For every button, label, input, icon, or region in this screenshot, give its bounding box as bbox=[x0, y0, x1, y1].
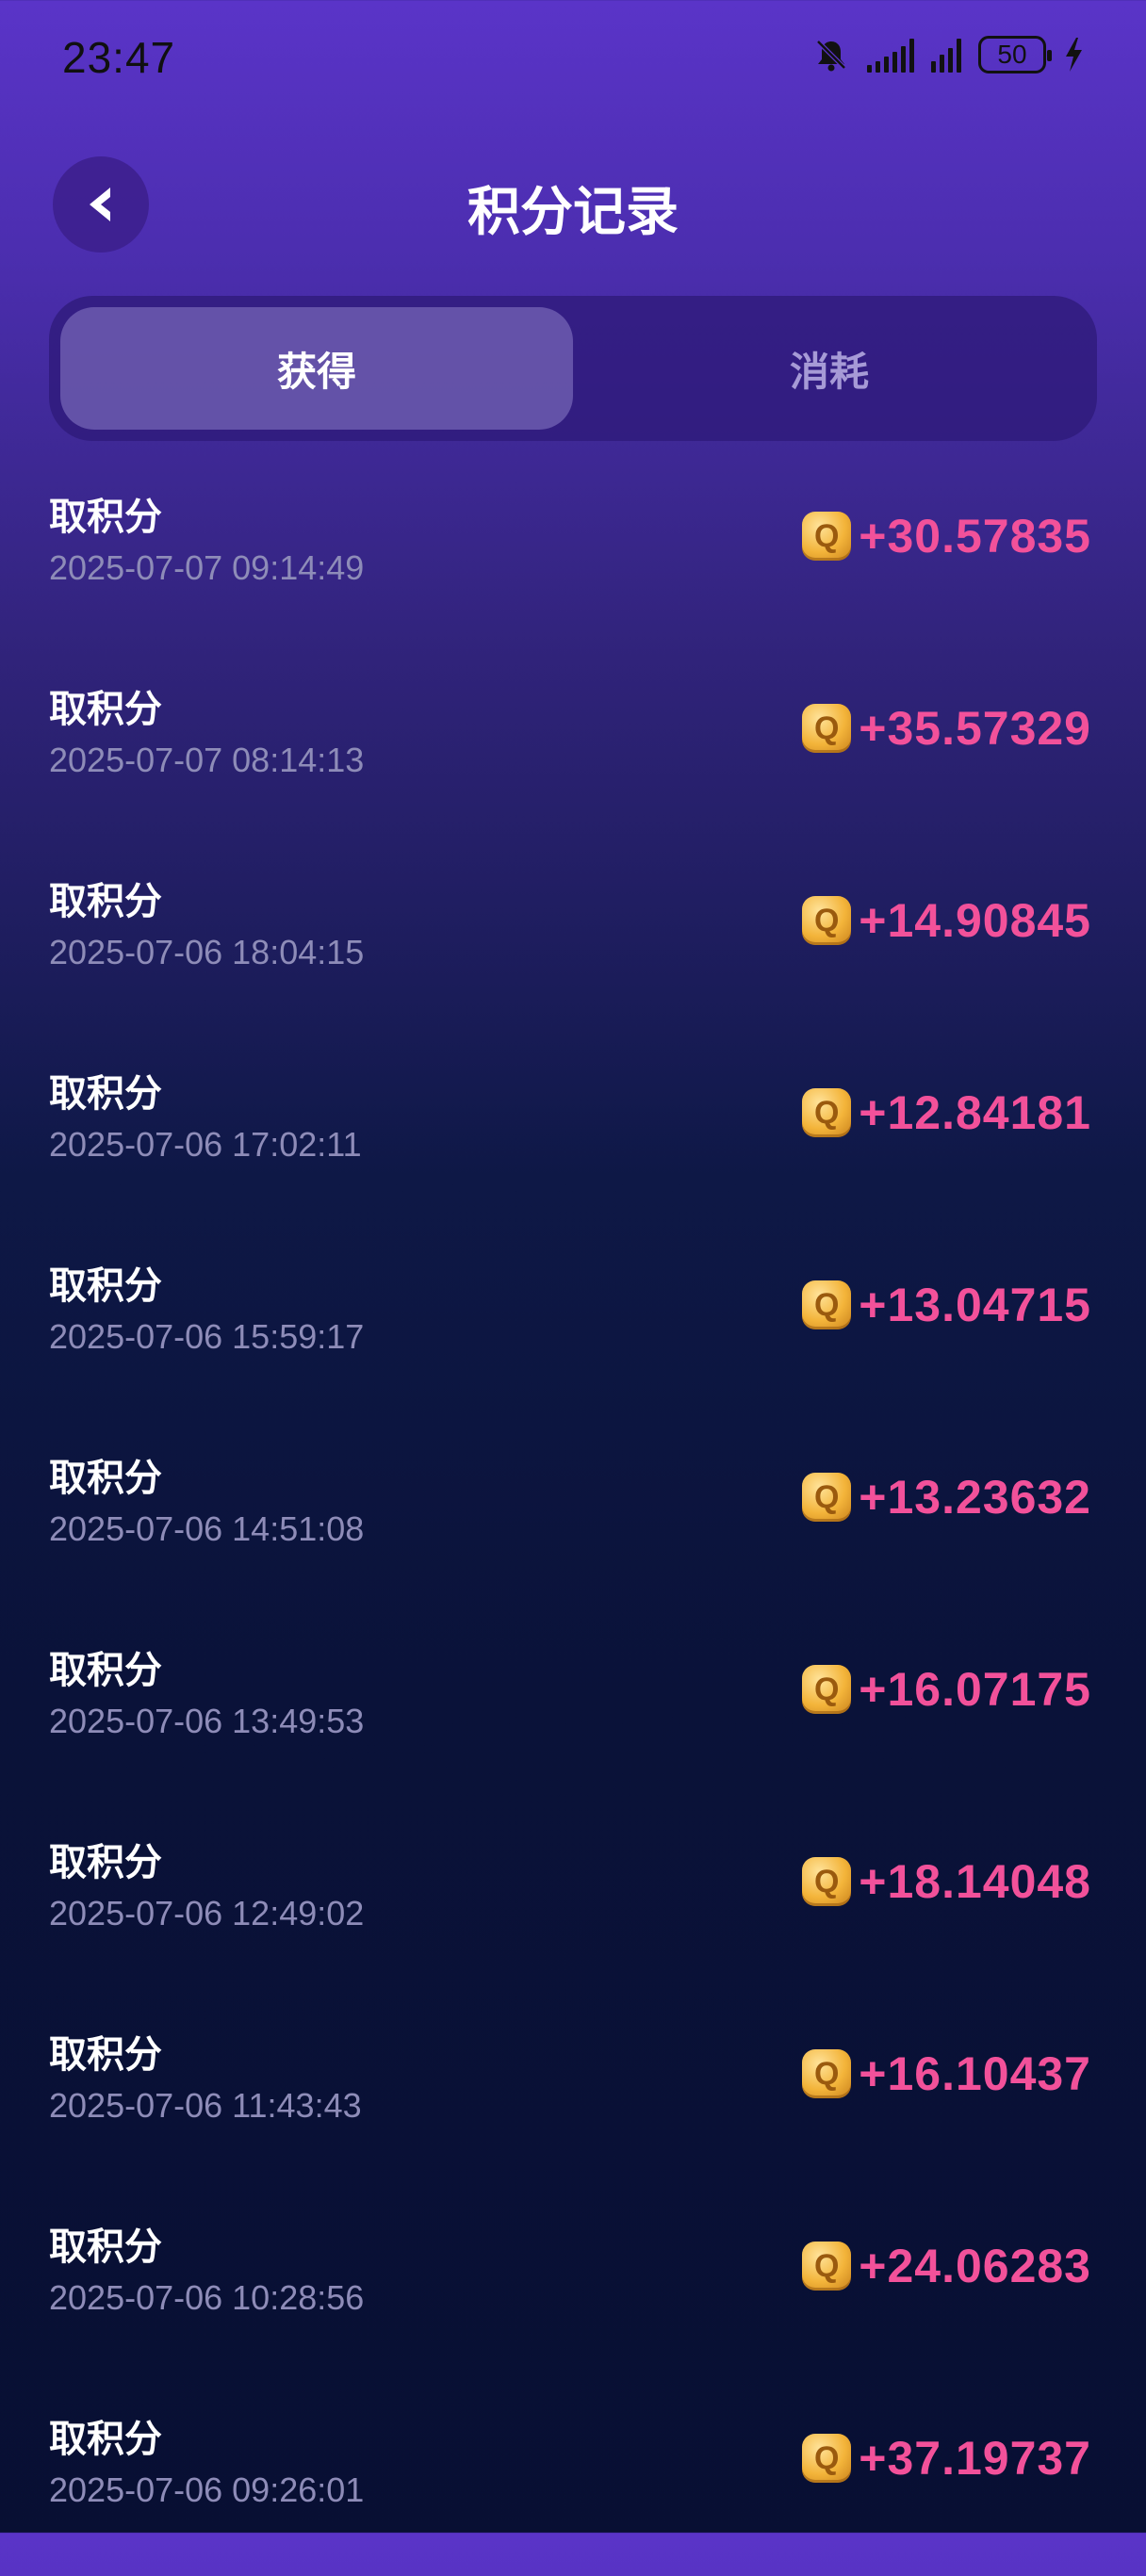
list-item[interactable]: 取积分 2025-07-06 14:51:08 Q +13.23632 bbox=[0, 1423, 1146, 1615]
record-time: 2025-07-06 12:49:02 bbox=[49, 1894, 365, 1932]
status-icons: 50 bbox=[812, 36, 1084, 73]
coin-icon: Q bbox=[802, 512, 852, 561]
record-title: 取积分 bbox=[49, 880, 162, 923]
coin-icon: Q bbox=[802, 1280, 852, 1329]
battery-icon: 50 bbox=[978, 36, 1052, 73]
tab-bar: 获得 消耗 bbox=[49, 296, 1097, 441]
amount-value: +13.23632 bbox=[859, 1471, 1091, 1524]
record-amount: Q +35.57329 bbox=[802, 701, 1091, 756]
status-bar: 23:47 50 bbox=[0, 0, 1146, 113]
amount-value: +24.06283 bbox=[859, 2240, 1091, 2292]
record-time: 2025-07-06 10:28:56 bbox=[49, 2278, 365, 2317]
record-amount: Q +16.10437 bbox=[802, 2046, 1091, 2101]
list-item[interactable]: 取积分 2025-07-07 09:14:49 Q +30.57835 bbox=[0, 462, 1146, 654]
record-title: 取积分 bbox=[49, 1649, 162, 1692]
list-item[interactable]: 取积分 2025-07-06 15:59:17 Q +13.04715 bbox=[0, 1231, 1146, 1423]
record-time: 2025-07-06 13:49:53 bbox=[49, 1702, 365, 1740]
record-amount: Q +37.19737 bbox=[802, 2431, 1091, 2486]
record-list: 取积分 2025-07-07 09:14:49 Q +30.57835 取积分 … bbox=[0, 462, 1146, 2576]
record-time: 2025-07-06 18:04:15 bbox=[49, 933, 365, 971]
record-amount: Q +12.84181 bbox=[802, 1085, 1091, 1140]
amount-value: +30.57835 bbox=[859, 510, 1091, 562]
coin-icon: Q bbox=[802, 1473, 852, 1522]
record-time: 2025-07-06 17:02:11 bbox=[49, 1125, 362, 1164]
bell-muted-icon bbox=[816, 40, 846, 72]
record-time: 2025-07-06 09:26:01 bbox=[49, 2470, 365, 2509]
coin-icon: Q bbox=[802, 896, 852, 945]
record-amount: Q +24.06283 bbox=[802, 2239, 1091, 2293]
record-amount: Q +16.07175 bbox=[802, 1662, 1091, 1717]
list-item[interactable]: 取积分 2025-07-06 12:49:02 Q +18.14048 bbox=[0, 1807, 1146, 1999]
record-title: 取积分 bbox=[49, 2033, 162, 2077]
record-title: 取积分 bbox=[49, 1072, 162, 1116]
coin-icon: Q bbox=[802, 2049, 852, 2098]
list-item[interactable]: 取积分 2025-07-06 18:04:15 Q +14.90845 bbox=[0, 846, 1146, 1038]
record-title: 取积分 bbox=[49, 496, 162, 539]
coin-icon: Q bbox=[802, 704, 852, 753]
page-title: 积分记录 bbox=[467, 182, 679, 243]
record-time: 2025-07-06 14:51:08 bbox=[49, 1509, 365, 1548]
record-title: 取积分 bbox=[49, 2418, 162, 2461]
amount-value: +18.14048 bbox=[859, 1855, 1091, 1908]
record-amount: Q +13.04715 bbox=[802, 1278, 1091, 1332]
record-amount: Q +30.57835 bbox=[802, 509, 1091, 563]
amount-value: +12.84181 bbox=[859, 1086, 1091, 1139]
amount-value: +35.57329 bbox=[859, 702, 1091, 755]
record-title: 取积分 bbox=[49, 1264, 162, 1308]
signal-icon bbox=[867, 37, 914, 73]
record-amount: Q +14.90845 bbox=[802, 893, 1091, 948]
record-time: 2025-07-07 09:14:49 bbox=[49, 548, 365, 587]
coin-icon: Q bbox=[802, 1088, 852, 1137]
charging-icon bbox=[1066, 38, 1082, 72]
battery-level: 50 bbox=[997, 40, 1027, 69]
list-item[interactable]: 取积分 2025-07-06 10:28:56 Q +24.06283 bbox=[0, 2192, 1146, 2384]
signal-icon bbox=[931, 37, 961, 73]
status-time: 23:47 bbox=[62, 33, 176, 82]
record-title: 取积分 bbox=[49, 2225, 162, 2269]
amount-value: +14.90845 bbox=[859, 894, 1091, 947]
record-amount: Q +13.23632 bbox=[802, 1470, 1091, 1524]
list-item[interactable]: 取积分 2025-07-07 08:14:13 Q +35.57329 bbox=[0, 654, 1146, 846]
coin-icon: Q bbox=[802, 2434, 852, 2483]
amount-value: +37.19737 bbox=[859, 2432, 1091, 2485]
list-item[interactable]: 取积分 2025-07-06 13:49:53 Q +16.07175 bbox=[0, 1615, 1146, 1807]
amount-value: +16.07175 bbox=[859, 1663, 1091, 1716]
record-title: 取积分 bbox=[49, 1457, 162, 1500]
tab-spent[interactable]: 消耗 bbox=[573, 307, 1086, 430]
amount-value: +16.10437 bbox=[859, 2047, 1091, 2100]
coin-icon: Q bbox=[802, 1665, 852, 1714]
list-item[interactable]: 取积分 2025-07-06 09:26:01 Q +37.19737 bbox=[0, 2384, 1146, 2576]
record-amount: Q +18.14048 bbox=[802, 1854, 1091, 1909]
list-item[interactable]: 取积分 2025-07-06 17:02:11 Q +12.84181 bbox=[0, 1038, 1146, 1231]
record-title: 取积分 bbox=[49, 1841, 162, 1884]
record-time: 2025-07-06 15:59:17 bbox=[49, 1317, 365, 1356]
record-time: 2025-07-06 11:43:43 bbox=[49, 2086, 362, 2125]
list-item[interactable]: 取积分 2025-07-06 11:43:43 Q +16.10437 bbox=[0, 1999, 1146, 2192]
tab-earned[interactable]: 获得 bbox=[60, 307, 573, 430]
coin-icon: Q bbox=[802, 2242, 852, 2291]
coin-icon: Q bbox=[802, 1857, 852, 1906]
record-title: 取积分 bbox=[49, 688, 162, 731]
record-time: 2025-07-07 08:14:13 bbox=[49, 741, 365, 779]
amount-value: +13.04715 bbox=[859, 1279, 1091, 1331]
